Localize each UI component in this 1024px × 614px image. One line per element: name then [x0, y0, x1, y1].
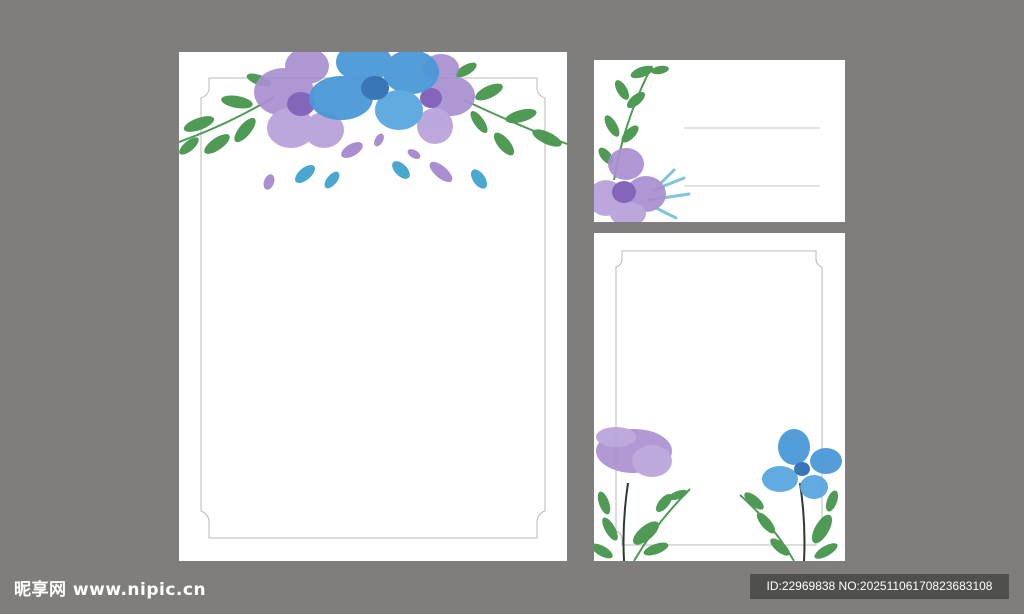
- tall-card-right-plant: [739, 482, 839, 561]
- tall-card: [594, 233, 845, 561]
- small-card: [594, 60, 845, 222]
- tall-card-purple-flower: [596, 427, 672, 477]
- small-card-artwork: [594, 65, 820, 222]
- tall-card-blue-flower: [762, 429, 842, 499]
- tall-card-frame: [615, 250, 823, 546]
- letter-card: [179, 52, 567, 561]
- tall-card-left-plant: [594, 482, 691, 561]
- tall-card-artwork: [594, 250, 842, 561]
- right-branch: [455, 62, 567, 156]
- image-id-watermark: ID:22969838 NO:20251106170823683108: [750, 574, 1009, 599]
- site-watermark: 昵享网 www.nipic.cn: [14, 580, 207, 600]
- letter-card-artwork: [179, 52, 567, 539]
- letter-frame: [200, 77, 546, 539]
